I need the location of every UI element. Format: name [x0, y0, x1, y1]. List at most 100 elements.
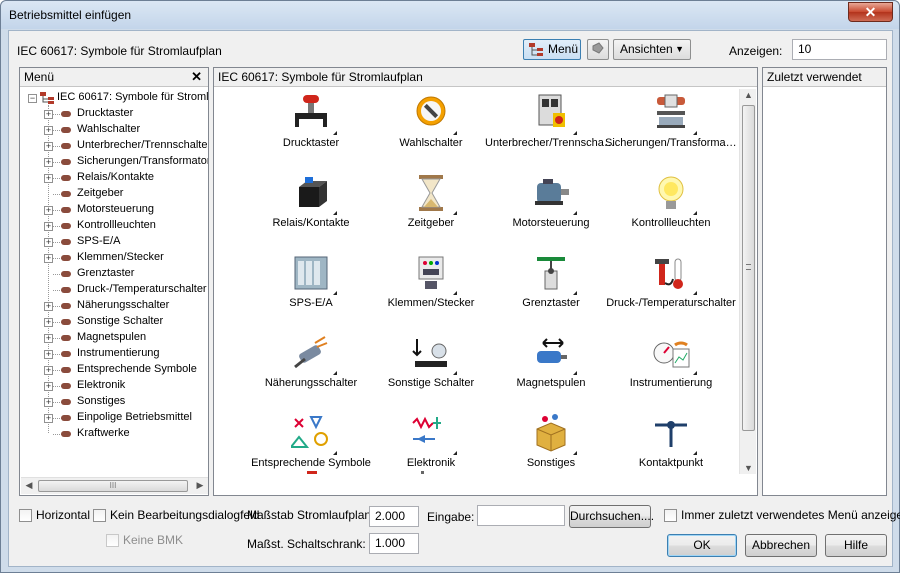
cancel-button[interactable]: Abbrechen: [745, 534, 817, 557]
scroll-down-icon[interactable]: ▼: [742, 463, 755, 473]
symbol-tile[interactable]: Wahlschalter: [371, 91, 491, 171]
tree-item[interactable]: + Sonstiges: [22, 394, 208, 410]
scale-circuit-label: Maßstab Stromlaufplan:: [247, 508, 375, 522]
no-bmk-checkbox[interactable]: Keine BMK: [106, 533, 183, 547]
menu-toggle-button[interactable]: Menü: [523, 39, 581, 60]
symbol-tile[interactable]: Elektronik: [371, 411, 491, 474]
tree-expand-icon[interactable]: +: [44, 238, 53, 247]
tree-item[interactable]: + Motorsteuerung: [22, 202, 208, 218]
tree-item[interactable]: + Drucktaster: [22, 106, 208, 122]
symbol-tile[interactable]: Relais/Kontakte: [251, 171, 371, 251]
gauge-icon: [653, 341, 690, 368]
symbol-tile[interactable]: Druck-/Temperaturschalter: [606, 251, 736, 331]
tree-item[interactable]: + Kontrollleuchten: [22, 218, 208, 234]
tree-root-item[interactable]: − IEC 60617: Symbole für Stromlaufplan: [22, 90, 208, 106]
help-button[interactable]: Hilfe: [825, 534, 887, 557]
symbol-tile[interactable]: Sonstiges: [491, 411, 611, 474]
tree-expand-icon[interactable]: +: [44, 126, 53, 135]
window-close-button[interactable]: ✕: [848, 2, 893, 22]
tree-item[interactable]: + Elektronik: [22, 378, 208, 394]
symbol-tile[interactable]: Klemmen/Stecker: [371, 251, 491, 331]
symbol-tile-label: Elektronik: [406, 457, 456, 469]
tree-item[interactable]: + Unterbrecher/Trennschalter: [22, 138, 208, 154]
symbol-tile[interactable]: Instrumentierung: [611, 331, 731, 411]
scroll-left-icon[interactable]: ◀: [22, 480, 36, 491]
tree-item[interactable]: Kraftwerke: [22, 426, 208, 442]
tree-item[interactable]: + Sonstige Schalter: [22, 314, 208, 330]
tree-item[interactable]: + Näherungsschalter: [22, 298, 208, 314]
tree-item-label: Magnetspulen: [77, 331, 147, 343]
submenu-corner-icon: [453, 451, 457, 455]
symbol-tile[interactable]: Drucktaster: [251, 91, 371, 171]
input-field[interactable]: [477, 505, 565, 526]
tree-collapse-icon[interactable]: −: [28, 94, 37, 103]
tree-expand-icon[interactable]: +: [44, 318, 53, 327]
symbol-tile[interactable]: SPS-E/A: [251, 251, 371, 331]
symbol-tile[interactable]: Kontaktpunkt: [611, 411, 731, 474]
tree-expand-icon[interactable]: +: [44, 174, 53, 183]
misc-box-icon: [536, 414, 566, 452]
symbol-tile[interactable]: Kontrollleuchten: [611, 171, 731, 251]
symbols-vertical-scrollbar[interactable]: ▲ ▼: [739, 89, 756, 474]
tree-expand-icon[interactable]: +: [44, 206, 53, 215]
tree-item[interactable]: + Instrumentierung: [22, 346, 208, 362]
tree-item[interactable]: Druck-/Temperaturschalter: [22, 282, 208, 298]
tree-expand-icon[interactable]: +: [44, 142, 53, 151]
symbol-tile[interactable]: Zeitgeber: [371, 171, 491, 251]
tree-item[interactable]: Zeitgeber: [22, 186, 208, 202]
tree-item[interactable]: + Klemmen/Stecker: [22, 250, 208, 266]
scroll-thumb[interactable]: III: [38, 480, 188, 492]
views-dropdown-button[interactable]: Ansichten ▼: [613, 39, 691, 60]
category-node-icon: [61, 239, 71, 245]
tree-expand-icon[interactable]: +: [44, 382, 53, 391]
no-edit-dialog-checkbox[interactable]: Kein Bearbeitungsdialogfeld: [93, 508, 259, 522]
symbol-tile[interactable]: Entsprechende Symbole: [251, 411, 371, 474]
scroll-up-icon[interactable]: ▲: [742, 90, 755, 100]
symbols-panel: IEC 60617: Symbole für Stromlaufplan Dru…: [213, 67, 758, 496]
tree-item[interactable]: + Entsprechende Symbole: [22, 362, 208, 378]
symbol-tile[interactable]: Magnetspulen: [491, 331, 611, 411]
scroll-right-icon[interactable]: ▶: [193, 480, 207, 491]
tree-expand-icon[interactable]: +: [44, 334, 53, 343]
tree-expand-icon[interactable]: +: [44, 222, 53, 231]
menu-panel-close-icon[interactable]: ✕: [191, 69, 202, 85]
horizontal-checkbox[interactable]: Horizontal: [19, 508, 90, 522]
tree-item[interactable]: + Relais/Kontakte: [22, 170, 208, 186]
tree-expand-icon[interactable]: +: [44, 110, 53, 119]
tree-expand-icon[interactable]: +: [44, 158, 53, 167]
tree-expand-icon[interactable]: +: [44, 398, 53, 407]
symbol-tile[interactable]: Grenztaster: [491, 251, 611, 331]
symbol-tile[interactable]: Unterbrecher/Trennschalter: [485, 91, 617, 171]
tree-item[interactable]: + SPS-E/A: [22, 234, 208, 250]
scale-circuit-input[interactable]: 2.000: [369, 506, 419, 527]
tree-item[interactable]: + Einpolige Betriebsmittel: [22, 410, 208, 426]
tree-item[interactable]: + Sicherungen/Transformatoren: [22, 154, 208, 170]
count-input[interactable]: 10: [792, 39, 887, 60]
tree-expand-icon[interactable]: +: [44, 350, 53, 359]
tree-item[interactable]: + Wahlschalter: [22, 122, 208, 138]
symbol-tile-label: Drucktaster: [282, 137, 340, 149]
symbol-tile[interactable]: Sicherungen/Transformatoren: [605, 91, 737, 171]
symbol-tile[interactable]: Sonstige Schalter: [371, 331, 491, 411]
tree-item[interactable]: Grenztaster: [22, 266, 208, 282]
hourglass-icon: [419, 175, 443, 211]
symbol-tile-label: Unterbrecher/Trennschalter: [485, 137, 617, 149]
tree-expand-icon[interactable]: +: [44, 302, 53, 311]
scroll-thumb[interactable]: [742, 105, 755, 431]
tree-expand-icon[interactable]: +: [44, 414, 53, 423]
back-button[interactable]: [587, 39, 609, 60]
tree-expand-icon[interactable]: +: [44, 254, 53, 263]
submenu-corner-icon: [333, 211, 337, 215]
menu-panel-title: Menü: [24, 70, 55, 84]
menu-horizontal-scrollbar[interactable]: ◀ III ▶: [21, 477, 208, 494]
browse-button[interactable]: Durchsuchen....: [569, 505, 654, 528]
symbol-tile[interactable]: Motorsteuerung: [491, 171, 611, 251]
scale-cabinet-input[interactable]: 1.000: [369, 533, 419, 554]
submenu-corner-icon: [573, 291, 577, 295]
tree-item[interactable]: + Magnetspulen: [22, 330, 208, 346]
ok-button[interactable]: OK: [667, 534, 737, 557]
always-show-recent-checkbox[interactable]: Immer zuletzt verwendetes Menü anzeigen: [664, 508, 900, 522]
tree-expand-icon[interactable]: +: [44, 366, 53, 375]
menu-toggle-label: Menü: [548, 42, 579, 56]
symbol-tile[interactable]: Näherungsschalter: [251, 331, 371, 411]
